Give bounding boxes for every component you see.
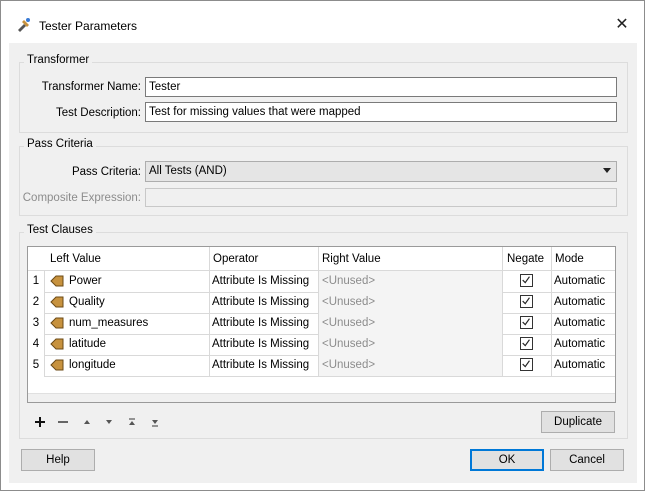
pass-criteria-group-label: Pass Criteria	[24, 138, 96, 150]
negate-checkbox[interactable]	[520, 316, 533, 329]
attribute-icon	[50, 275, 64, 287]
right-value-cell[interactable]: <Unused>	[319, 292, 502, 313]
right-value-cell[interactable]: <Unused>	[319, 334, 502, 355]
mode-cell[interactable]: Automatic	[554, 271, 615, 292]
mode-cell[interactable]: Automatic	[554, 334, 615, 355]
cancel-button[interactable]: Cancel	[550, 449, 624, 471]
table-row[interactable]: 2 Quality Attribute Is Missing <Unused> …	[28, 292, 615, 313]
move-down-icon[interactable]	[102, 415, 116, 429]
remove-icon[interactable]	[56, 415, 70, 429]
right-value-cell[interactable]: <Unused>	[319, 355, 502, 376]
column-header-negate[interactable]: Negate	[507, 249, 552, 270]
composite-expression-field[interactable]	[145, 188, 617, 207]
duplicate-button[interactable]: Duplicate	[541, 411, 615, 433]
transformer-group	[19, 62, 628, 133]
mode-cell[interactable]: Automatic	[554, 313, 615, 334]
negate-checkbox[interactable]	[520, 358, 533, 371]
table-horizontal-scrollbar[interactable]	[28, 393, 615, 402]
pass-criteria-value: All Tests (AND)	[149, 165, 227, 177]
test-clauses-group-label: Test Clauses	[24, 224, 96, 236]
transformer-name-field[interactable]: Tester	[145, 77, 617, 97]
mode-cell[interactable]: Automatic	[554, 355, 615, 376]
row-number: 5	[32, 359, 40, 371]
transformer-group-label: Transformer	[24, 54, 93, 66]
dialog-window: Tester Parameters ✕ Transformer Transfor…	[0, 0, 645, 491]
row-number: 1	[32, 275, 40, 287]
row-number: 2	[32, 296, 40, 308]
right-value-cell[interactable]: <Unused>	[319, 313, 502, 334]
left-value-cell[interactable]: Power	[69, 271, 207, 292]
add-icon[interactable]	[33, 415, 47, 429]
help-button[interactable]: Help	[21, 449, 95, 471]
transformer-name-label: Transformer Name:	[41, 81, 141, 93]
ok-button[interactable]: OK	[470, 449, 544, 471]
tester-app-icon	[18, 18, 30, 32]
column-header-left-value[interactable]: Left Value	[50, 249, 205, 270]
negate-checkbox[interactable]	[520, 295, 533, 308]
move-top-icon[interactable]	[125, 415, 139, 429]
row-number: 3	[32, 317, 40, 329]
row-number: 4	[32, 338, 40, 350]
operator-cell[interactable]: Attribute Is Missing	[212, 292, 317, 313]
operator-cell[interactable]: Attribute Is Missing	[212, 313, 317, 334]
table-row[interactable]: 1 Power Attribute Is Missing <Unused> Au…	[28, 271, 615, 292]
move-up-icon[interactable]	[80, 415, 94, 429]
operator-cell[interactable]: Attribute Is Missing	[212, 271, 317, 292]
test-description-field[interactable]: Test for missing values that were mapped	[145, 102, 617, 122]
left-value-cell[interactable]: num_measures	[69, 313, 207, 334]
table-row[interactable]: 3 num_measures Attribute Is Missing <Unu…	[28, 313, 615, 334]
attribute-icon	[50, 296, 64, 308]
left-value-cell[interactable]: longitude	[69, 355, 207, 376]
column-header-operator[interactable]: Operator	[213, 249, 313, 270]
pass-criteria-select[interactable]: All Tests (AND)	[145, 161, 617, 182]
negate-checkbox[interactable]	[520, 274, 533, 287]
column-header-right-value[interactable]: Right Value	[322, 249, 492, 270]
operator-cell[interactable]: Attribute Is Missing	[212, 334, 317, 355]
chevron-down-icon	[603, 168, 611, 173]
attribute-icon	[50, 338, 64, 350]
window-title: Tester Parameters	[39, 19, 138, 33]
close-icon[interactable]: ✕	[607, 13, 637, 37]
pass-criteria-label: Pass Criteria:	[71, 166, 141, 178]
table-row[interactable]: 5 longitude Attribute Is Missing <Unused…	[28, 355, 615, 376]
mode-cell[interactable]: Automatic	[554, 292, 615, 313]
attribute-icon	[50, 359, 64, 371]
operator-cell[interactable]: Attribute Is Missing	[212, 355, 317, 376]
composite-expression-label: Composite Expression:	[22, 192, 141, 204]
left-value-cell[interactable]: latitude	[69, 334, 207, 355]
test-clauses-table: Left Value Operator Right Value Negate M…	[27, 246, 616, 403]
right-value-cell[interactable]: <Unused>	[319, 271, 502, 292]
left-value-cell[interactable]: Quality	[69, 292, 207, 313]
title-bar[interactable]: Tester Parameters ✕	[1, 1, 644, 35]
attribute-icon	[50, 317, 64, 329]
column-header-mode[interactable]: Mode	[555, 249, 615, 270]
table-row[interactable]: 4 latitude Attribute Is Missing <Unused>…	[28, 334, 615, 355]
negate-checkbox[interactable]	[520, 337, 533, 350]
dialog-body: Transformer Transformer Name: Tester Tes…	[9, 43, 637, 483]
test-description-label: Test Description:	[55, 107, 141, 119]
move-bottom-icon[interactable]	[148, 415, 162, 429]
